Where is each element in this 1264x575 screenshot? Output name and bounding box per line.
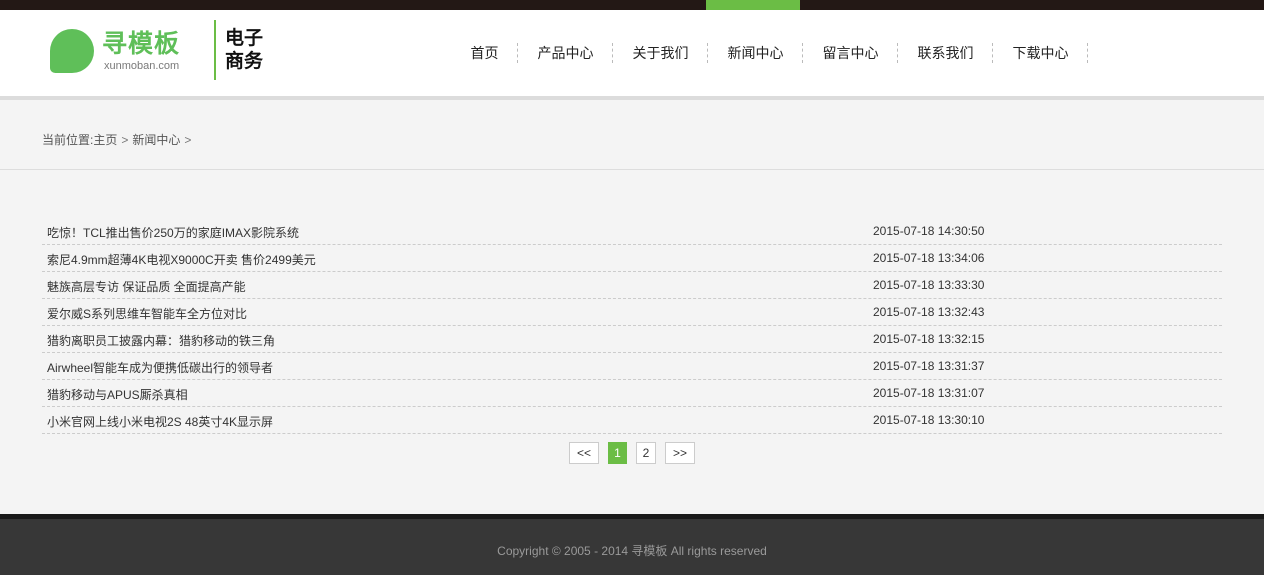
news-date: 2015-07-18 13:31:07 [873,386,985,400]
news-date: 2015-07-18 13:30:10 [873,413,985,427]
site-header: 寻模板 xunmoban.com 电子 商务 首页 产品中心 关于我们 新闻中心… [0,10,1264,96]
news-title-link[interactable]: 猎豹离职员工披露内幕：猎豹移动的铁三角 [47,332,275,349]
breadcrumb-home-link[interactable]: 主页 [93,133,117,147]
news-date: 2015-07-18 13:32:43 [873,305,985,319]
news-date: 2015-07-18 13:31:37 [873,359,985,373]
news-row: 魅族高层专访 保证品质 全面提高产能 2015-07-18 13:33:30 [42,272,1222,299]
nav-separator [1087,43,1089,63]
news-title-link[interactable]: Airwheel智能车成为便携低碳出行的领导者 [47,359,273,376]
breadcrumb: 当前位置:主页 > 新闻中心 > [42,131,195,148]
site-slogan: 电子 商务 [225,27,269,73]
news-row: 爱尔威S系列思维车智能车全方位对比 2015-07-18 13:32:43 [42,299,1222,326]
pagination: << 1 2 >> [569,442,704,464]
slogan-line-2: 商务 [225,51,264,72]
news-date: 2015-07-18 13:32:15 [873,332,985,346]
page-button-1[interactable]: 1 [608,442,627,464]
nav-item-download[interactable]: 下载中心 [994,42,1087,64]
main-nav: 首页 产品中心 关于我们 新闻中心 留言中心 联系我们 下载中心 [452,42,1089,64]
news-title-link[interactable]: 小米官网上线小米电视2S 48英寸4K显示屏 [47,413,273,430]
nav-item-contact[interactable]: 联系我们 [899,42,992,64]
nav-item-about[interactable]: 关于我们 [614,42,707,64]
site-logo[interactable]: 寻模板 xunmoban.com [50,29,200,75]
news-row: 猎豹离职员工披露内幕：猎豹移动的铁三角 2015-07-18 13:32:15 [42,326,1222,353]
news-row: Airwheel智能车成为便携低碳出行的领导者 2015-07-18 13:31:… [42,353,1222,380]
news-date: 2015-07-18 14:30:50 [873,224,985,238]
breadcrumb-prefix: 当前位置: [42,133,94,147]
news-title-link[interactable]: 索尼4.9mm超薄4K电视X9000C开卖 售价2499美元 [47,251,316,268]
breadcrumb-separator: > [184,133,192,147]
news-date: 2015-07-18 13:34:06 [873,251,985,265]
prev-page-button[interactable]: << [569,442,599,464]
logo-domain: xunmoban.com [104,60,180,72]
copyright-text: Copyright © 2005 - 2014 寻模板 All rights r… [497,544,767,558]
news-title-link[interactable]: 爱尔威S系列思维车智能车全方位对比 [47,305,247,322]
next-page-button[interactable]: >> [665,442,695,464]
nav-item-products[interactable]: 产品中心 [519,42,612,64]
nav-item-home[interactable]: 首页 [452,42,517,64]
breadcrumb-area: 当前位置:主页 > 新闻中心 > [0,100,1264,170]
nav-item-guestbook[interactable]: 留言中心 [804,42,897,64]
logo-divider [214,20,216,80]
active-nav-indicator [706,0,800,16]
news-title-link[interactable]: 吃惊！TCL推出售价250万的家庭IMAX影院系统 [47,224,299,241]
news-row: 吃惊！TCL推出售价250万的家庭IMAX影院系统 2015-07-18 14:3… [42,218,1222,245]
news-title-link[interactable]: 魅族高层专访 保证品质 全面提高产能 [47,278,246,295]
site-footer: Copyright © 2005 - 2014 寻模板 All rights r… [0,519,1264,575]
news-title-link[interactable]: 猎豹移动与APUS厮杀真相 [47,386,188,403]
news-date: 2015-07-18 13:33:30 [873,278,985,292]
news-row: 小米官网上线小米电视2S 48英寸4K显示屏 2015-07-18 13:30:1… [42,407,1222,434]
breadcrumb-news-link[interactable]: 新闻中心 [132,133,180,147]
speech-bubble-icon [50,29,94,73]
logo-name: 寻模板 [102,30,181,58]
news-row: 索尼4.9mm超薄4K电视X9000C开卖 售价2499美元 2015-07-18… [42,245,1222,272]
nav-item-news[interactable]: 新闻中心 [709,42,802,64]
breadcrumb-separator: > [121,133,129,147]
slogan-line-1: 电子 [225,28,264,49]
page-button-2[interactable]: 2 [636,442,656,464]
news-row: 猎豹移动与APUS厮杀真相 2015-07-18 13:31:07 [42,380,1222,407]
top-bar [0,0,1264,10]
news-list: 吃惊！TCL推出售价250万的家庭IMAX影院系统 2015-07-18 14:3… [42,218,1222,434]
